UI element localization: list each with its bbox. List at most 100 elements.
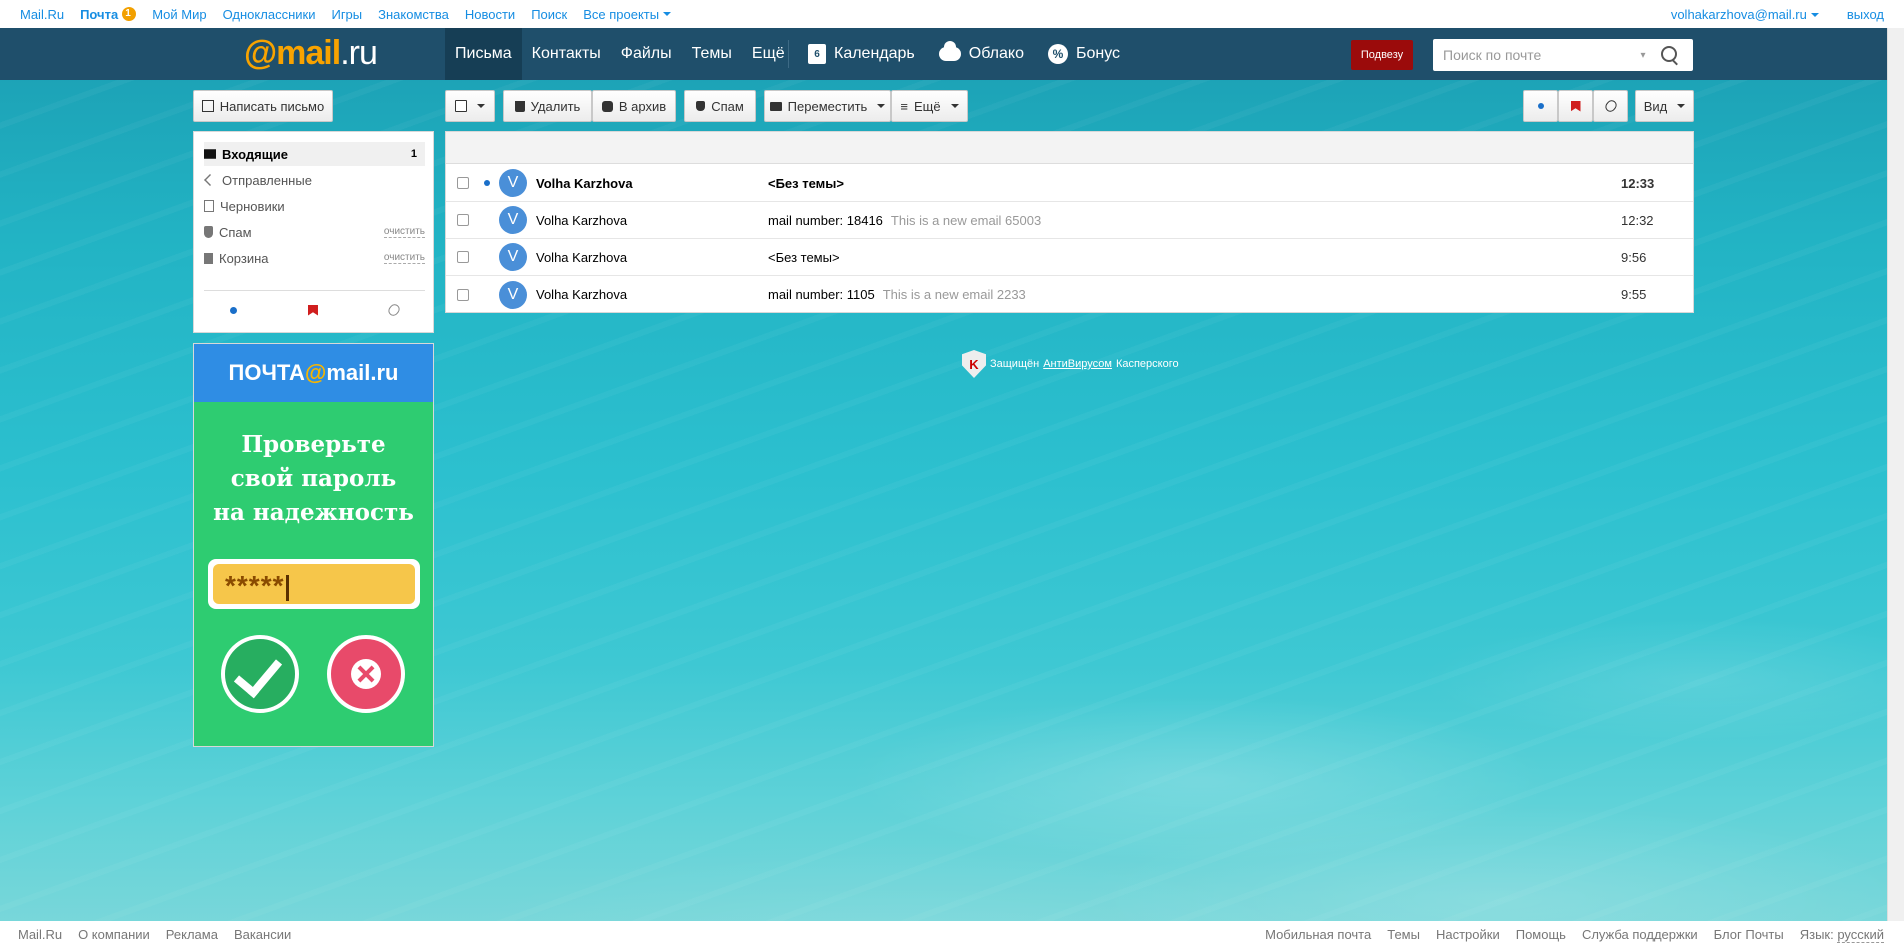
select-all-dropdown[interactable] <box>445 90 495 122</box>
row-checkbox[interactable] <box>457 288 469 301</box>
kaspersky-link[interactable]: АнтиВирусом <box>1043 358 1112 370</box>
folder-spam[interactable]: Спам очистить <box>204 220 425 244</box>
folder-sent[interactable]: Отправленные <box>204 168 425 192</box>
portal-link-mailru[interactable]: Mail.Ru <box>20 7 64 22</box>
message-time: 12:32 <box>1621 212 1654 228</box>
message-row[interactable]: V Volha Karzhova mail number: 1105 This i… <box>446 276 1693 313</box>
language-link[interactable]: русский <box>1837 927 1884 943</box>
divider <box>204 290 425 291</box>
flagged-filter-icon[interactable] <box>307 304 318 316</box>
footer-link[interactable]: О компании <box>78 927 150 942</box>
message-row[interactable]: V Volha Karzhova <Без темы> 12:33 <box>446 165 1693 202</box>
footer-link[interactable]: Mail.Ru <box>18 927 62 942</box>
clear-spam-link[interactable]: очистить <box>383 226 425 238</box>
user-menu[interactable]: volhakarzhova@mail.ru <box>1671 7 1819 22</box>
delete-button[interactable]: Удалить <box>503 90 592 122</box>
unread-filter-icon[interactable] <box>229 306 237 314</box>
filter-attachments-button[interactable] <box>1593 90 1628 122</box>
avatar: V <box>499 280 527 309</box>
trash-icon <box>514 100 525 112</box>
tab-themes[interactable]: Темы <box>682 28 742 80</box>
footer-link[interactable]: Блог Почты <box>1714 927 1784 942</box>
folder-icon <box>769 101 782 111</box>
chevron-down-icon <box>877 104 886 108</box>
spam-button[interactable]: Спам <box>684 90 756 122</box>
avatar: V <box>499 243 527 271</box>
search-options-icon[interactable]: ▾ <box>1633 50 1653 61</box>
clear-trash-link[interactable]: очистить <box>383 252 425 264</box>
message-sender: Volha Karzhova <box>536 175 633 191</box>
message-sender: Volha Karzhova <box>536 212 628 228</box>
filter-flagged-button[interactable] <box>1558 90 1593 122</box>
tab-contacts[interactable]: Контакты <box>522 28 611 80</box>
chevron-down-icon <box>663 12 672 16</box>
portal-link-games[interactable]: Игры <box>331 7 362 22</box>
page-scrollbar[interactable] <box>1887 28 1904 921</box>
move-dropdown[interactable]: Переместить <box>764 90 891 122</box>
main-nav: Письма Контакты Файлы Темы Ещё <box>445 28 795 80</box>
folder-drafts[interactable]: Черновики <box>204 194 425 218</box>
ad-banner[interactable]: ПОЧТА@mail.ru Проверьте свой пароль на н… <box>193 343 434 747</box>
search-input[interactable] <box>1443 47 1633 63</box>
footer-link[interactable]: Мобильная почта <box>1265 927 1371 942</box>
portal-link-all-projects[interactable]: Все проекты <box>583 6 672 22</box>
archive-button[interactable]: В архив <box>592 90 676 122</box>
podvezu-button[interactable]: Подвезу <box>1351 40 1413 70</box>
folder-label: Отправленные <box>222 172 312 188</box>
logo-mail: mail <box>276 34 341 72</box>
folder-trash[interactable]: Корзина очистить <box>204 246 425 270</box>
tab-files[interactable]: Файлы <box>611 28 682 80</box>
envelope-icon <box>204 149 216 159</box>
message-time: 12:33 <box>1621 175 1655 191</box>
logout-link[interactable]: выход <box>1847 7 1884 22</box>
mailru-logo[interactable]: @mail.ru <box>244 34 378 73</box>
view-label: Вид <box>1643 98 1668 114</box>
message-row[interactable]: V Volha Karzhova mail number: 18416 This … <box>446 202 1693 239</box>
portal-link-pochta[interactable]: Почта 1 <box>80 7 137 22</box>
portal-link-search[interactable]: Поиск <box>531 7 567 22</box>
services-nav: 6 Календарь Облако % Бонус <box>808 28 1120 80</box>
footer-link[interactable]: Реклама <box>166 927 218 942</box>
message-subject: mail number: 1105 This is a new email 223… <box>768 287 1026 302</box>
percent-icon: % <box>1047 44 1068 64</box>
all-projects-label: Все проекты <box>583 6 660 22</box>
filter-unread-button[interactable] <box>1523 90 1558 122</box>
footer-link[interactable]: Настройки <box>1436 927 1500 942</box>
portal-link-odnoklassniki[interactable]: Одноклассники <box>223 7 316 22</box>
ad-brand-left: ПОЧТА <box>228 360 305 385</box>
search-icon[interactable] <box>1653 39 1685 71</box>
footer-link[interactable]: Темы <box>1387 927 1420 942</box>
cloud-label: Облако <box>968 45 1024 62</box>
tab-more[interactable]: Ещё <box>742 28 795 80</box>
flag-icon <box>1570 100 1581 112</box>
bonus-link[interactable]: % Бонус <box>1047 44 1120 64</box>
compose-button[interactable]: Написать письмо <box>193 90 333 122</box>
footer-link[interactable]: Служба поддержки <box>1582 927 1698 942</box>
message-sender: Volha Karzhova <box>536 249 628 265</box>
folder-inbox[interactable]: Входящие 1 <box>204 142 425 166</box>
chevron-down-icon <box>1677 104 1686 108</box>
more-dropdown[interactable]: ≡ Ещё <box>891 90 968 122</box>
logo-ru: .ru <box>340 34 378 72</box>
portal-link-moymir[interactable]: Мой Мир <box>152 7 206 22</box>
message-row[interactable]: V Volha Karzhova <Без темы> 9:56 <box>446 239 1693 276</box>
portal-link-news[interactable]: Новости <box>465 7 515 22</box>
unread-dot-icon[interactable] <box>484 180 490 186</box>
row-checkbox[interactable] <box>457 214 469 226</box>
message-snippet: This is a new email 2233 <box>882 287 1026 302</box>
paperclip-icon <box>1602 98 1619 114</box>
footer-link[interactable]: Помощь <box>1516 927 1566 942</box>
ad-text: Проверьте свой пароль на надежность <box>194 428 433 530</box>
portal-link-dating[interactable]: Знакомства <box>378 7 449 22</box>
cloud-link[interactable]: Облако <box>938 41 1024 63</box>
row-checkbox[interactable] <box>457 177 469 189</box>
tab-letters[interactable]: Письма <box>445 28 522 80</box>
app-header: @mail.ru Письма Контакты Файлы Темы Ещё … <box>0 28 1904 80</box>
ad-brand: ПОЧТА@mail.ru <box>194 344 433 402</box>
footer-link[interactable]: Вакансии <box>234 927 291 942</box>
chevron-down-icon <box>950 104 959 108</box>
row-checkbox[interactable] <box>457 251 469 263</box>
calendar-link[interactable]: 6 Календарь <box>808 44 915 64</box>
view-dropdown[interactable]: Вид <box>1635 90 1694 122</box>
attachment-filter-icon[interactable] <box>386 302 402 318</box>
